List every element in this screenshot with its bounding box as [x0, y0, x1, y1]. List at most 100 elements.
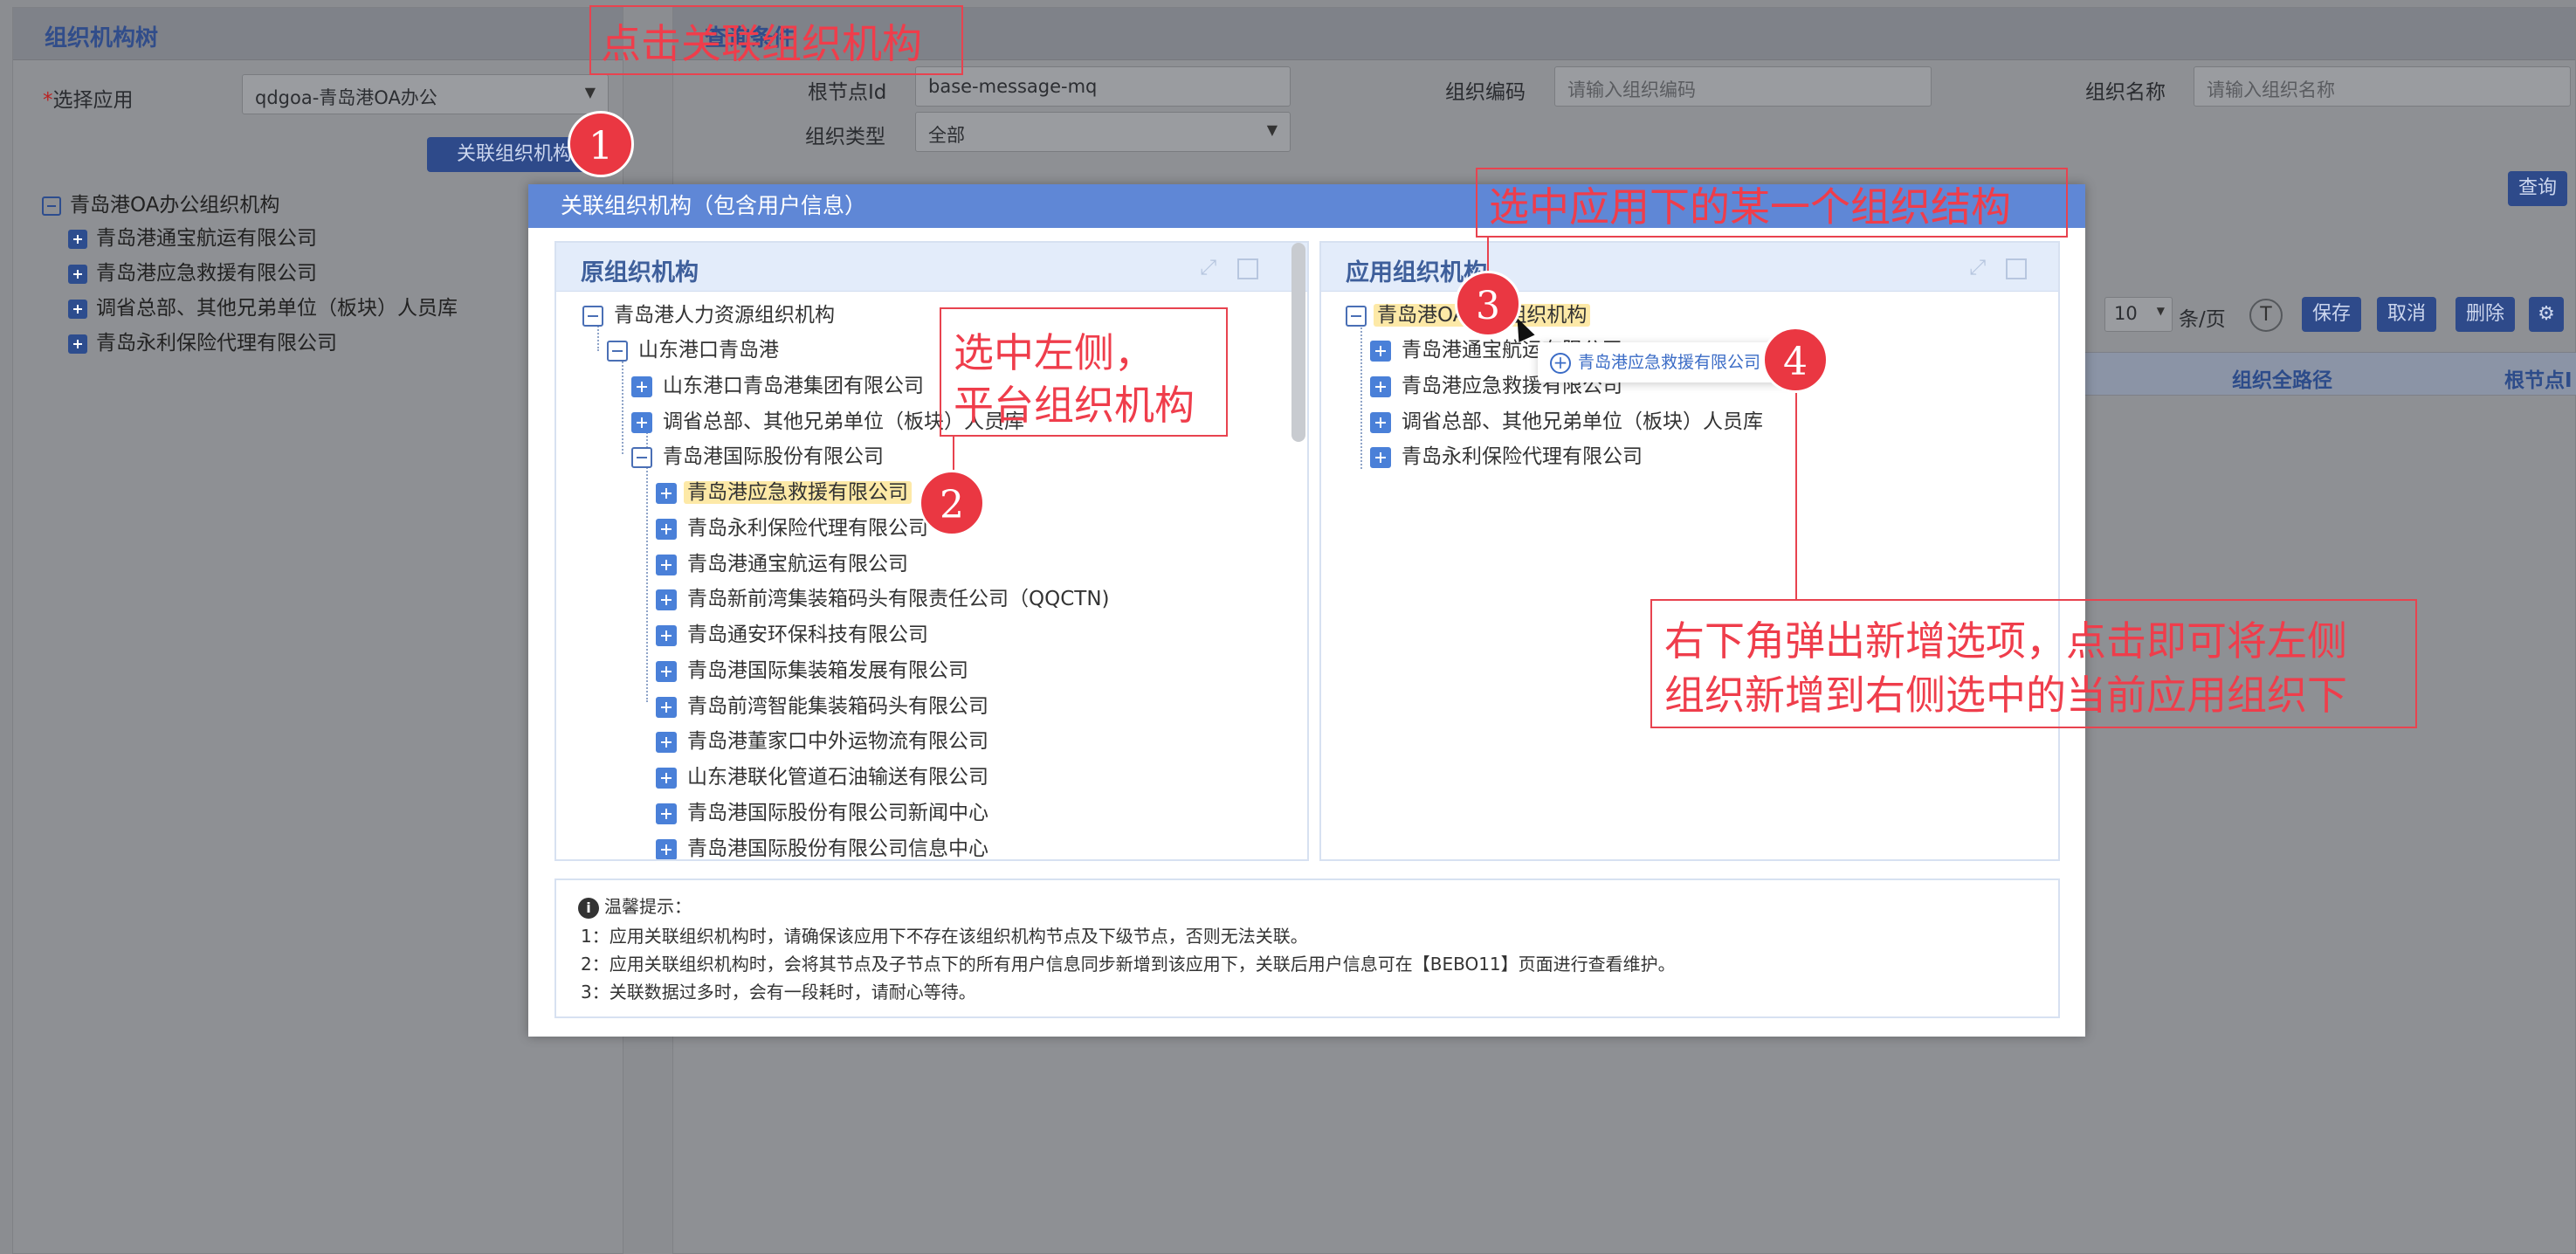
chevron-down-icon: ▼	[584, 84, 596, 100]
select-app-label: *选择应用	[43, 89, 134, 112]
app-org-panel-header: 应用组织机构 ⤢	[1321, 243, 2058, 292]
col-root-node: 根节点I	[2504, 369, 2573, 392]
bg-tree-item[interactable]: 调省总部、其他兄弟单位（板块）人员库	[68, 295, 458, 321]
annotation-2-pointer	[953, 437, 954, 470]
tree-node[interactable]: 青岛永利保险代理有限公司	[656, 513, 932, 543]
page-size-select[interactable]: 10 ▼	[2104, 297, 2173, 332]
org-tree-title: 组织机构树	[45, 25, 159, 52]
chevron-down-icon: ▼	[1266, 121, 1278, 138]
per-page-label: 条/页	[2179, 308, 2226, 331]
tree-node[interactable]: 青岛港通宝航运有限公司	[656, 549, 912, 579]
expand-icon[interactable]	[68, 334, 87, 354]
org-name-input[interactable]: 请输入组织名称	[2194, 66, 2571, 107]
expand-icon[interactable]	[68, 229, 87, 249]
annotation-3-text: 选中应用下的某一个组织结构	[1489, 183, 2011, 231]
expand-icon[interactable]	[656, 482, 677, 504]
expand-icon[interactable]	[1370, 376, 1391, 397]
tree-node[interactable]: 青岛前湾智能集装箱码头有限公司	[656, 692, 992, 721]
expand-icon[interactable]	[656, 554, 677, 575]
expand-icon[interactable]	[656, 660, 677, 682]
expand-icon[interactable]	[68, 299, 87, 319]
tree-node[interactable]: 调省总部、其他兄弟单位（板块）人员库	[1370, 407, 1767, 437]
tree-node[interactable]: 山东港联化管道石油输送有限公司	[656, 762, 992, 792]
expand-icon[interactable]	[1370, 446, 1391, 468]
table-header: 组织全路径 根节点I	[2085, 352, 2576, 396]
expand-icon[interactable]	[68, 264, 87, 284]
tip-line: 1：应用关联组织机构时，请确保该应用下不存在该组织机构节点及下级节点，否则无法关…	[581, 926, 1308, 947]
collapse-panel-icon[interactable]	[1237, 258, 1258, 279]
bg-tree-item[interactable]: 青岛永利保险代理有限公司	[68, 330, 337, 356]
expand-icon[interactable]	[1370, 340, 1391, 362]
bg-tree-item[interactable]: 青岛港通宝航运有限公司	[68, 225, 317, 251]
tip-line: 3：关联数据过多时，会有一段耗时，请耐心等待。	[581, 982, 976, 1003]
expand-icon[interactable]	[656, 696, 677, 718]
bg-tree-item[interactable]: 青岛港应急救援有限公司	[68, 260, 317, 286]
expand-icon[interactable]	[631, 411, 652, 433]
delete-button[interactable]: 删除	[2455, 297, 2515, 332]
org-tree-pane-header: 组织机构树	[13, 8, 623, 60]
collapse-icon[interactable]	[607, 340, 628, 362]
expand-icon[interactable]	[1370, 411, 1391, 433]
tree-node-selected[interactable]: 青岛港应急救援有限公司	[656, 478, 912, 507]
select-app-dropdown[interactable]: qdgoa-青岛港OA办公 ▼	[242, 74, 609, 114]
annotation-3-pointer	[1487, 238, 1489, 274]
bg-tree-root[interactable]: 青岛港OA办公组织机构	[42, 192, 279, 218]
col-full-path: 组织全路径	[2232, 369, 2332, 392]
tips-title: i 温馨提示：	[578, 892, 692, 919]
org-code-input[interactable]: 请输入组织编码	[1554, 66, 1932, 107]
expand-all-icon[interactable]: ⤢	[1200, 255, 1221, 279]
expand-icon[interactable]	[656, 624, 677, 646]
step-badge-1: 1	[568, 111, 634, 177]
tree-node[interactable]: 青岛永利保险代理有限公司	[1370, 442, 1646, 472]
expand-icon[interactable]	[656, 838, 677, 859]
expand-icon[interactable]	[656, 518, 677, 540]
add-org-popup[interactable]: + 青岛港应急救援有限公司	[1538, 342, 1800, 382]
collapse-panel-icon[interactable]	[2006, 258, 2027, 279]
tree-guide	[622, 351, 623, 454]
collapse-icon[interactable]	[42, 196, 61, 216]
cancel-button[interactable]: 取消	[2377, 297, 2436, 332]
annotation-4-line1: 右下角弹出新增选项，点击即可将左侧	[1664, 617, 2347, 665]
query-button[interactable]: 查询	[2508, 171, 2567, 206]
expand-icon[interactable]	[656, 767, 677, 789]
tree-node[interactable]: 青岛港国际股份有限公司新闻中心	[656, 798, 992, 828]
tree-node[interactable]: 青岛港董家口中外运物流有限公司	[656, 727, 992, 756]
root-id-field[interactable]: base-message-mq	[915, 66, 1291, 107]
tips-box: i 温馨提示： 1：应用关联组织机构时，请确保该应用下不存在该组织机构节点及下级节…	[554, 878, 2060, 1018]
org-type-label: 组织类型	[805, 126, 885, 148]
tree-node[interactable]: 青岛新前湾集装箱码头有限责任公司（QQCTN)	[656, 584, 1113, 614]
annotation-2-line2: 平台组织机构	[954, 382, 1195, 429]
save-button[interactable]: 保存	[2302, 297, 2361, 332]
tree-node[interactable]: 青岛港国际股份有限公司	[631, 442, 887, 472]
collapse-icon[interactable]	[1346, 305, 1367, 327]
tree-node[interactable]: 青岛通安环保科技有限公司	[656, 620, 932, 650]
scrollbar[interactable]	[1291, 243, 1305, 442]
step-badge-3: 3	[1455, 271, 1521, 337]
gear-icon[interactable]: ⚙	[2529, 297, 2564, 332]
tree-node[interactable]: 青岛港人力资源组织机构	[582, 300, 838, 330]
expand-icon[interactable]	[656, 731, 677, 753]
collapse-icon[interactable]	[631, 446, 652, 468]
annotation-1-text: 点击关联组织机构	[601, 20, 922, 67]
info-icon: i	[578, 897, 599, 919]
org-code-label: 组织编码	[1445, 81, 1526, 104]
expand-icon[interactable]	[656, 589, 677, 610]
org-type-dropdown[interactable]: 全部 ▼	[915, 112, 1291, 152]
app-org-panel: 应用组织机构 ⤢ 青岛港OA办公组织机构 青岛港通宝航运有限公司 青岛港应急救援…	[1319, 241, 2060, 861]
tree-node[interactable]: 青岛港国际集装箱发展有限公司	[656, 656, 972, 686]
tree-guide	[1360, 316, 1362, 469]
source-org-title: 原组织机构	[581, 259, 699, 286]
chevron-down-icon: ▼	[2156, 305, 2165, 317]
org-name-label: 组织名称	[2085, 81, 2166, 104]
tree-node[interactable]: 山东港口青岛港集团有限公司	[631, 371, 927, 401]
collapse-icon[interactable]	[582, 305, 603, 327]
annotation-4-pointer	[1795, 393, 1797, 601]
expand-icon[interactable]	[656, 803, 677, 824]
tree-node[interactable]: 青岛港国际股份有限公司信息中心	[656, 834, 992, 859]
tree-node[interactable]: 山东港口青岛港	[607, 335, 782, 365]
expand-icon[interactable]	[631, 376, 652, 397]
step-badge-2: 2	[919, 470, 985, 536]
text-format-icon[interactable]: T	[2249, 299, 2283, 332]
annotation-2-line1: 选中左侧，	[954, 329, 1154, 376]
expand-all-icon[interactable]: ⤢	[1969, 255, 1990, 279]
